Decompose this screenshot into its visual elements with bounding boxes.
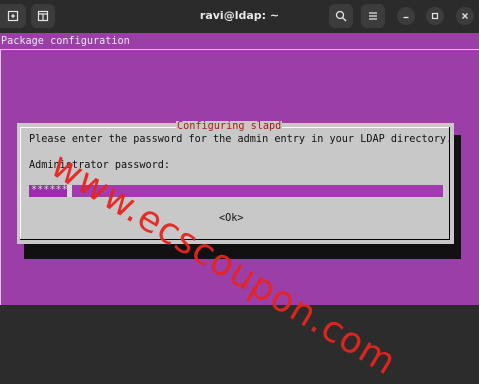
left-border	[0, 50, 1, 305]
menu-button[interactable]	[361, 4, 385, 28]
dialog-message: Please enter the password for the admin …	[29, 134, 453, 145]
ok-button[interactable]: <Ok>	[219, 213, 244, 224]
close-button[interactable]	[456, 7, 474, 25]
minimize-icon	[401, 11, 411, 21]
search-button[interactable]	[329, 4, 353, 28]
minimize-button[interactable]	[397, 7, 415, 25]
maximize-button[interactable]	[426, 7, 444, 25]
window-titlebar: ravi@ldap: ~	[0, 0, 479, 33]
hamburger-menu-icon	[367, 10, 379, 22]
terminal-area[interactable]: Package configuration Configuring slapd …	[0, 33, 479, 383]
close-icon	[460, 11, 470, 21]
maximize-icon	[430, 11, 440, 21]
header-divider	[0, 49, 479, 50]
package-configuration-header: Package configuration	[1, 36, 130, 47]
dialog-title: Configuring slapd	[176, 121, 283, 132]
search-icon	[335, 10, 347, 22]
